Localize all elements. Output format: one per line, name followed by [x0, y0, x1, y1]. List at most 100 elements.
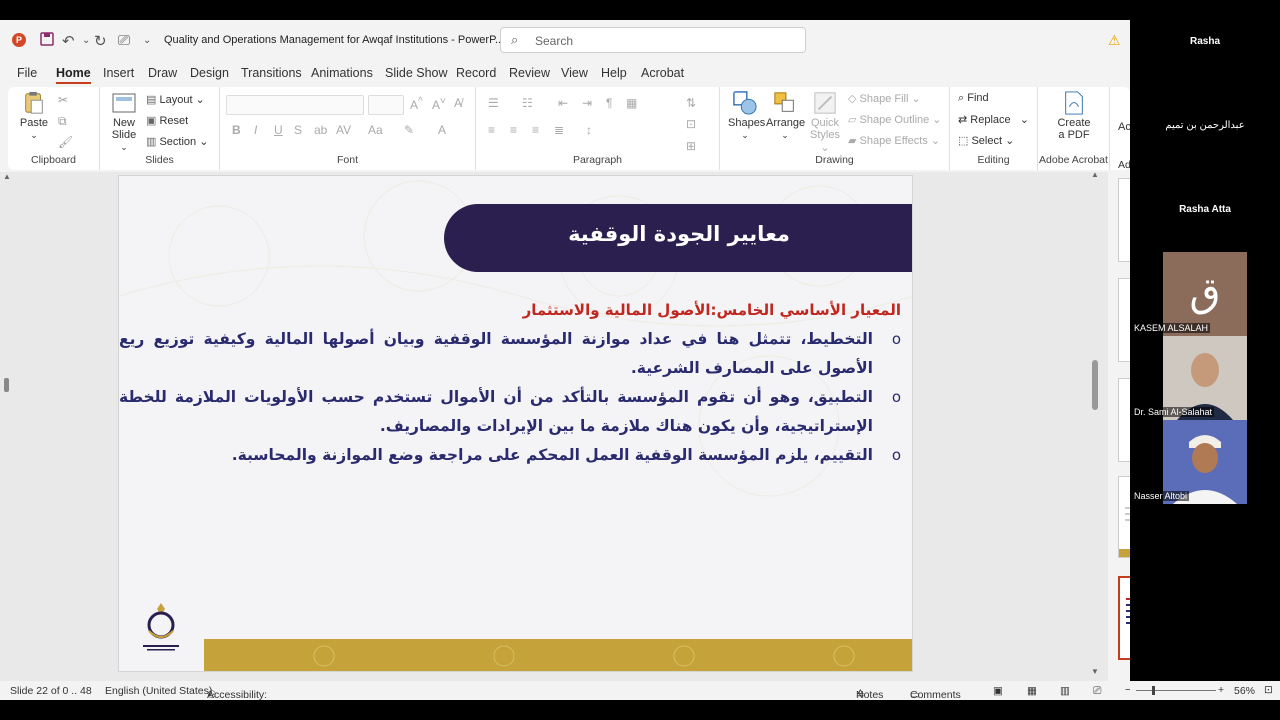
tab-transitions[interactable]: Transitions	[241, 66, 302, 80]
align-right-icon[interactable]: ≡	[532, 123, 539, 137]
left-scrollbar[interactable]: ▲	[0, 172, 14, 697]
italic-icon[interactable]: I	[254, 123, 257, 137]
decrease-indent-icon[interactable]: ⇤	[558, 96, 568, 110]
tab-help[interactable]: Help	[601, 66, 627, 80]
editor-scrollbar[interactable]: ▲ ▼	[1090, 170, 1100, 676]
shape-outline-button[interactable]: ▱ Shape Outline ⌄	[848, 113, 942, 126]
redo-icon[interactable]: ↻	[94, 32, 107, 50]
columns-icon[interactable]: ▦	[626, 96, 637, 110]
decrease-font-icon[interactable]: A˅	[432, 96, 446, 112]
new-slide-button[interactable]: New Slide ⌄	[108, 91, 140, 153]
format-painter-icon[interactable]: 🖌	[58, 135, 73, 149]
search-input[interactable]: ⌕ Search	[500, 27, 806, 53]
bullets-icon[interactable]: ☰	[488, 96, 499, 110]
save-icon[interactable]	[40, 32, 54, 50]
slide-body-text[interactable]: المعيار الأساسي الخامس:الأصول المالية وا…	[119, 301, 901, 470]
font-family-select[interactable]	[226, 95, 364, 115]
tab-review[interactable]: Review	[509, 66, 550, 80]
acrobat-overflow[interactable]: Ac	[1118, 121, 1131, 133]
quick-styles-button[interactable]: Quick Styles ⌄	[808, 91, 842, 154]
align-left-icon[interactable]: ≡	[488, 123, 495, 137]
numbering-icon[interactable]: ☷	[522, 96, 533, 110]
justify-icon[interactable]: ≣	[554, 123, 564, 137]
undo-icon[interactable]: ↶	[62, 32, 75, 50]
fit-slide-icon[interactable]: ⊡	[1264, 684, 1273, 696]
change-case-icon[interactable]: Aa	[368, 123, 383, 137]
cut-icon[interactable]: ✂	[58, 93, 68, 107]
tab-acrobat[interactable]: Acrobat	[641, 66, 684, 80]
title-bar: P ↶ ⌄ ↻ ⎚ ⌄ Quality and Operations Manag…	[0, 20, 1130, 60]
tab-insert[interactable]: Insert	[103, 66, 134, 80]
bullet-text: التطبيق، وهو أن تقوم المؤسسة بالتأكد من …	[119, 388, 873, 435]
clear-format-icon[interactable]: A̸	[454, 96, 462, 110]
shape-fill-button[interactable]: ◇ Shape Fill ⌄	[848, 92, 921, 105]
shadow-icon[interactable]: ab	[314, 123, 327, 137]
editor-scroll-thumb[interactable]	[1092, 360, 1098, 410]
slide-canvas[interactable]: معايير الجودة الوقفية المعيار الأساسي ال…	[118, 175, 913, 672]
reset-button[interactable]: ▣ Reset	[146, 114, 188, 127]
paragraph-label: Paragraph	[572, 154, 623, 166]
tab-file[interactable]: File	[17, 66, 37, 80]
status-bar: Slide 22 of 0 .. 48 English (United Stat…	[0, 681, 1131, 713]
present-icon[interactable]: ⎚	[118, 32, 130, 49]
slides-group: New Slide ⌄ ▤ Layout ⌄ ▣ Reset ▥ Section …	[100, 87, 220, 170]
zoom-slider[interactable]	[1136, 690, 1216, 691]
font-size-select[interactable]	[368, 95, 404, 115]
text-direction-icon[interactable]: ⇅	[686, 96, 696, 110]
tab-design[interactable]: Design	[190, 66, 229, 80]
zoom-in-icon[interactable]: +	[1218, 684, 1224, 696]
highlight-icon[interactable]: ✎	[404, 123, 414, 137]
arrange-button[interactable]: Arrange ⌄	[766, 91, 805, 141]
rtl-icon[interactable]: ¶	[606, 96, 612, 110]
scroll-up-icon[interactable]: ▲	[3, 172, 11, 181]
tab-home[interactable]: Home	[56, 66, 91, 84]
slide-title[interactable]: معايير الجودة الوقفية	[444, 222, 912, 246]
find-button[interactable]: ⌕ Find	[958, 92, 989, 105]
replace-icon: ⇄	[958, 114, 968, 126]
paste-button[interactable]: Paste ⌄	[18, 91, 50, 141]
scroll-down-icon[interactable]: ▼	[1091, 667, 1099, 676]
scroll-up-icon[interactable]: ▲	[1091, 170, 1099, 179]
language-status[interactable]: English (United States)	[105, 685, 212, 697]
new-slide-icon	[112, 93, 136, 113]
underline-icon[interactable]: U	[274, 123, 283, 137]
copy-icon[interactable]: ⧉	[58, 114, 67, 129]
smartart-icon[interactable]: ⊞	[686, 139, 696, 153]
slide-subheading: المعيار الأساسي الخامس:الأصول المالية وا…	[522, 301, 901, 319]
tab-animations[interactable]: Animations	[311, 66, 373, 80]
customize-toolbar-icon[interactable]: ⌄	[143, 35, 151, 46]
slideshow-view-icon[interactable]: ⎚	[1093, 685, 1101, 698]
zoom-slider-thumb[interactable]	[1152, 686, 1155, 695]
reading-view-icon[interactable]: ▥	[1060, 685, 1070, 697]
align-center-icon[interactable]: ≡	[510, 123, 517, 137]
bold-icon[interactable]: B	[232, 123, 241, 137]
scroll-thumb[interactable]	[4, 378, 9, 392]
tab-slide-show[interactable]: Slide Show	[385, 66, 448, 80]
layout-button[interactable]: ▤ Layout ⌄	[146, 93, 205, 106]
tab-draw[interactable]: Draw	[148, 66, 177, 80]
align-text-icon[interactable]: ⊡	[686, 117, 696, 131]
section-button[interactable]: ▥ Section ⌄	[146, 135, 208, 148]
zoom-controls: + 56% ⊡	[1130, 681, 1280, 701]
zoom-level[interactable]: 56%	[1234, 685, 1255, 697]
strikethrough-icon[interactable]: S	[294, 123, 302, 137]
shape-effects-button[interactable]: ▰ Shape Effects ⌄	[848, 134, 940, 147]
font-color-icon[interactable]: A	[438, 123, 446, 137]
tab-record[interactable]: Record	[456, 66, 496, 80]
bullet-circle-icon: o	[891, 388, 901, 406]
layout-icon: ▤	[146, 94, 157, 106]
create-pdf-button[interactable]: Create a PDF	[1046, 91, 1102, 141]
shapes-button[interactable]: Shapes ⌄	[728, 91, 765, 141]
increase-font-icon[interactable]: A^	[410, 96, 423, 112]
spacing-icon[interactable]: AV	[336, 123, 351, 137]
bullet-item: o التطبيق، وهو أن تقوم المؤسسة بالتأكد م…	[119, 383, 901, 441]
increase-indent-icon[interactable]: ⇥	[582, 96, 592, 110]
normal-view-icon[interactable]: ▣	[993, 685, 1003, 697]
undo-dropdown-icon[interactable]: ⌄	[82, 35, 90, 46]
warning-icon[interactable]: ⚠	[1108, 32, 1121, 49]
select-button[interactable]: ⬚ Select ⌄	[958, 134, 1014, 147]
slide-sorter-icon[interactable]: ▦	[1027, 685, 1037, 697]
tab-view[interactable]: View	[561, 66, 588, 80]
replace-button[interactable]: ⇄ Replace ⌄	[958, 113, 1029, 126]
line-spacing-icon[interactable]: ↕	[586, 123, 592, 137]
